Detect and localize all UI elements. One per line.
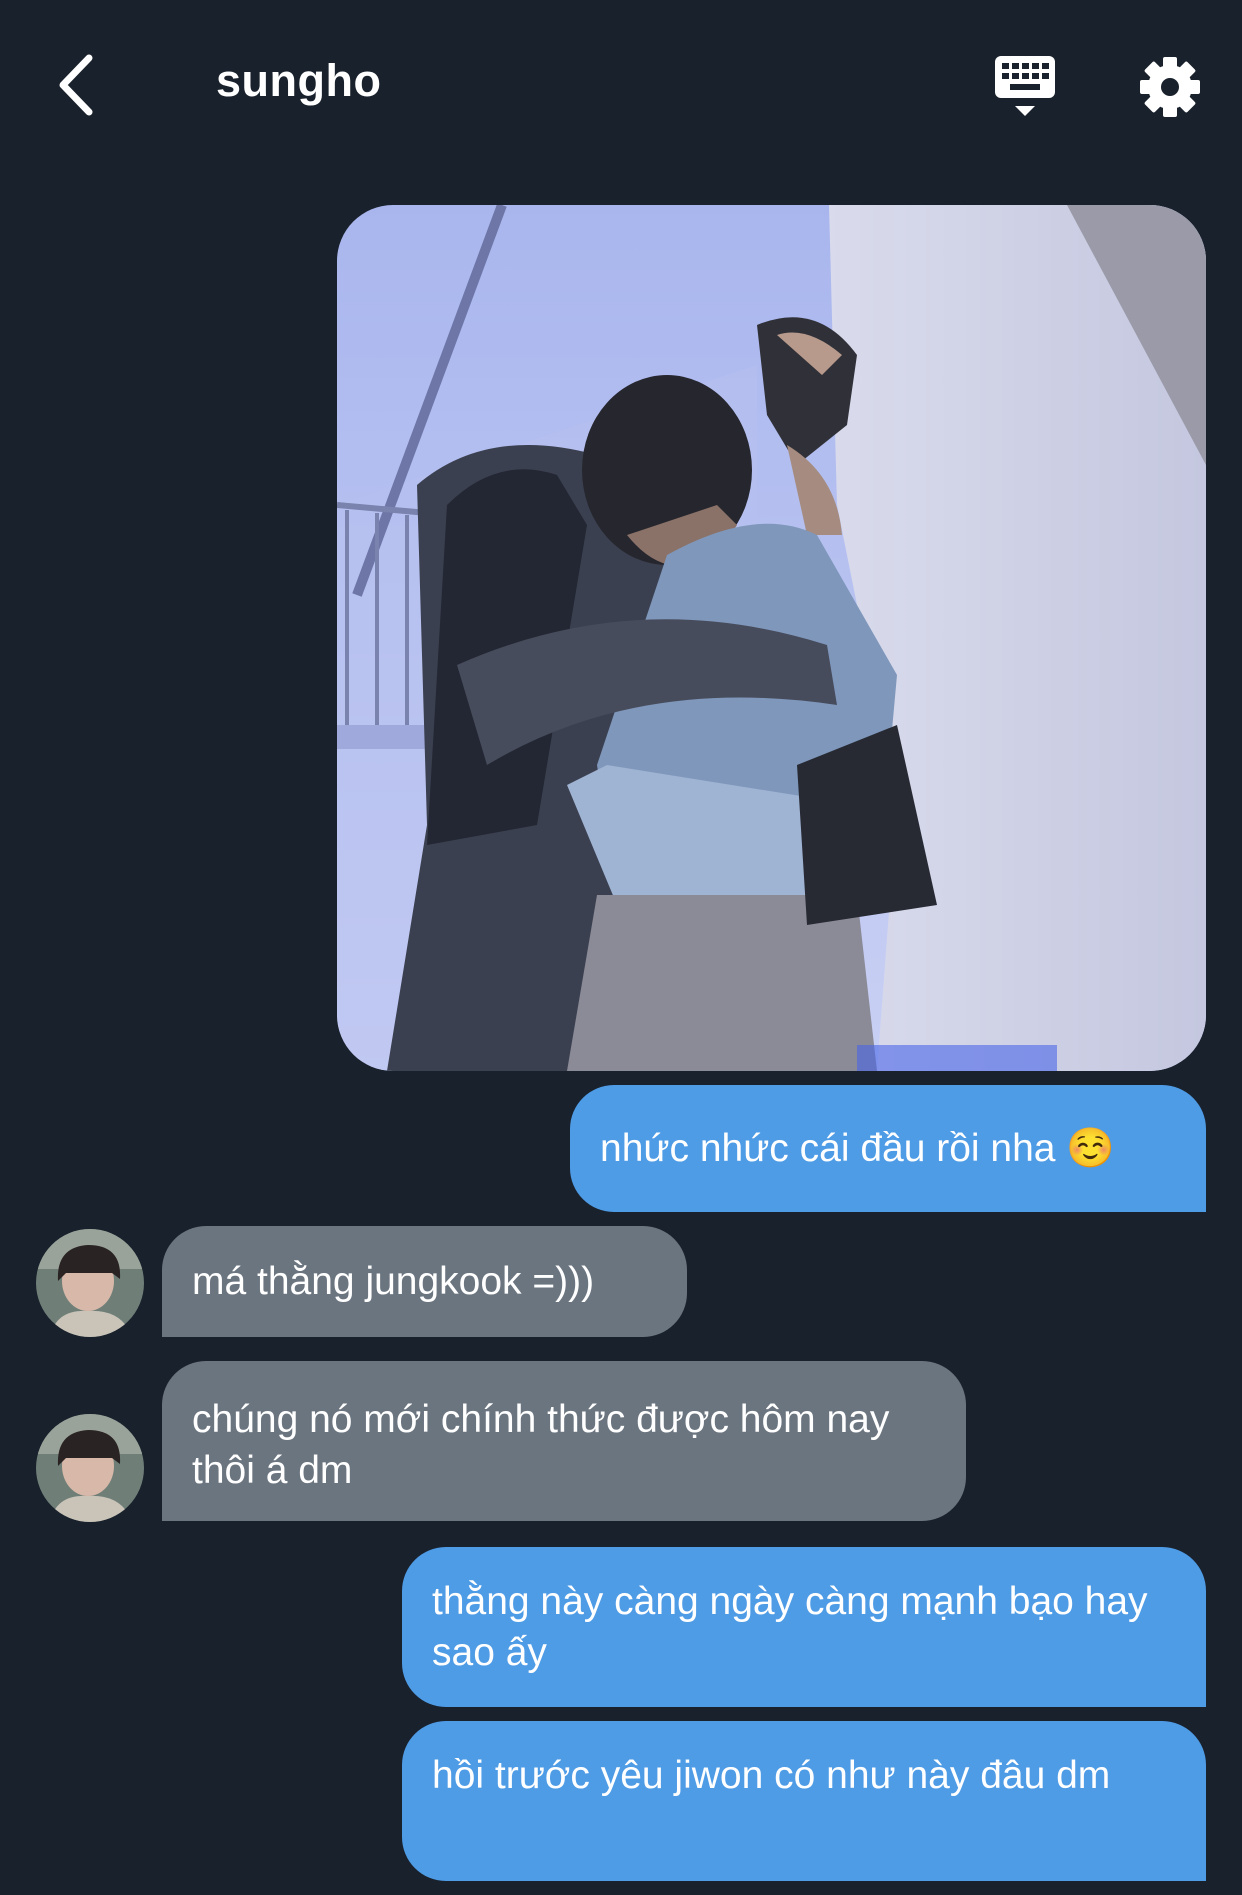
message-bubble-outgoing: nhức nhức cái đầu rồi nha ☺️	[570, 1085, 1206, 1212]
avatar-image	[36, 1229, 144, 1337]
message-bubble-outgoing: hồi trước yêu jiwon có như này đâu dm	[402, 1721, 1206, 1881]
keyboard-icon	[995, 56, 1055, 116]
chat-header: sungho	[0, 0, 1242, 170]
back-button[interactable]	[36, 45, 116, 125]
message-bubble-outgoing: thằng này càng ngày càng mạnh bạo hay sa…	[402, 1547, 1206, 1707]
chevron-left-icon	[59, 54, 93, 116]
message-text: nhức nhức cái đầu rồi nha ☺️	[600, 1127, 1115, 1170]
message-photo[interactable]	[337, 205, 1206, 1071]
avatar[interactable]	[36, 1414, 144, 1522]
avatar[interactable]	[36, 1229, 144, 1337]
message-text: má thằng jungkook =)))	[192, 1260, 595, 1303]
avatar-image	[36, 1414, 144, 1522]
gear-icon	[1140, 57, 1200, 117]
message-bubble-incoming: má thằng jungkook =)))	[162, 1226, 687, 1337]
message-text: hồi trước yêu jiwon có như này đâu dm	[432, 1754, 1111, 1797]
chat-title: sungho	[216, 55, 382, 106]
photo-image	[337, 205, 1206, 1071]
keyboard-button[interactable]	[990, 52, 1060, 122]
message-text: chúng nó mới chính thức được hôm nay thô…	[192, 1398, 890, 1492]
message-bubble-incoming: chúng nó mới chính thức được hôm nay thô…	[162, 1361, 966, 1521]
settings-button[interactable]	[1135, 52, 1205, 122]
message-text: thằng này càng ngày càng mạnh bạo hay sa…	[432, 1580, 1148, 1674]
